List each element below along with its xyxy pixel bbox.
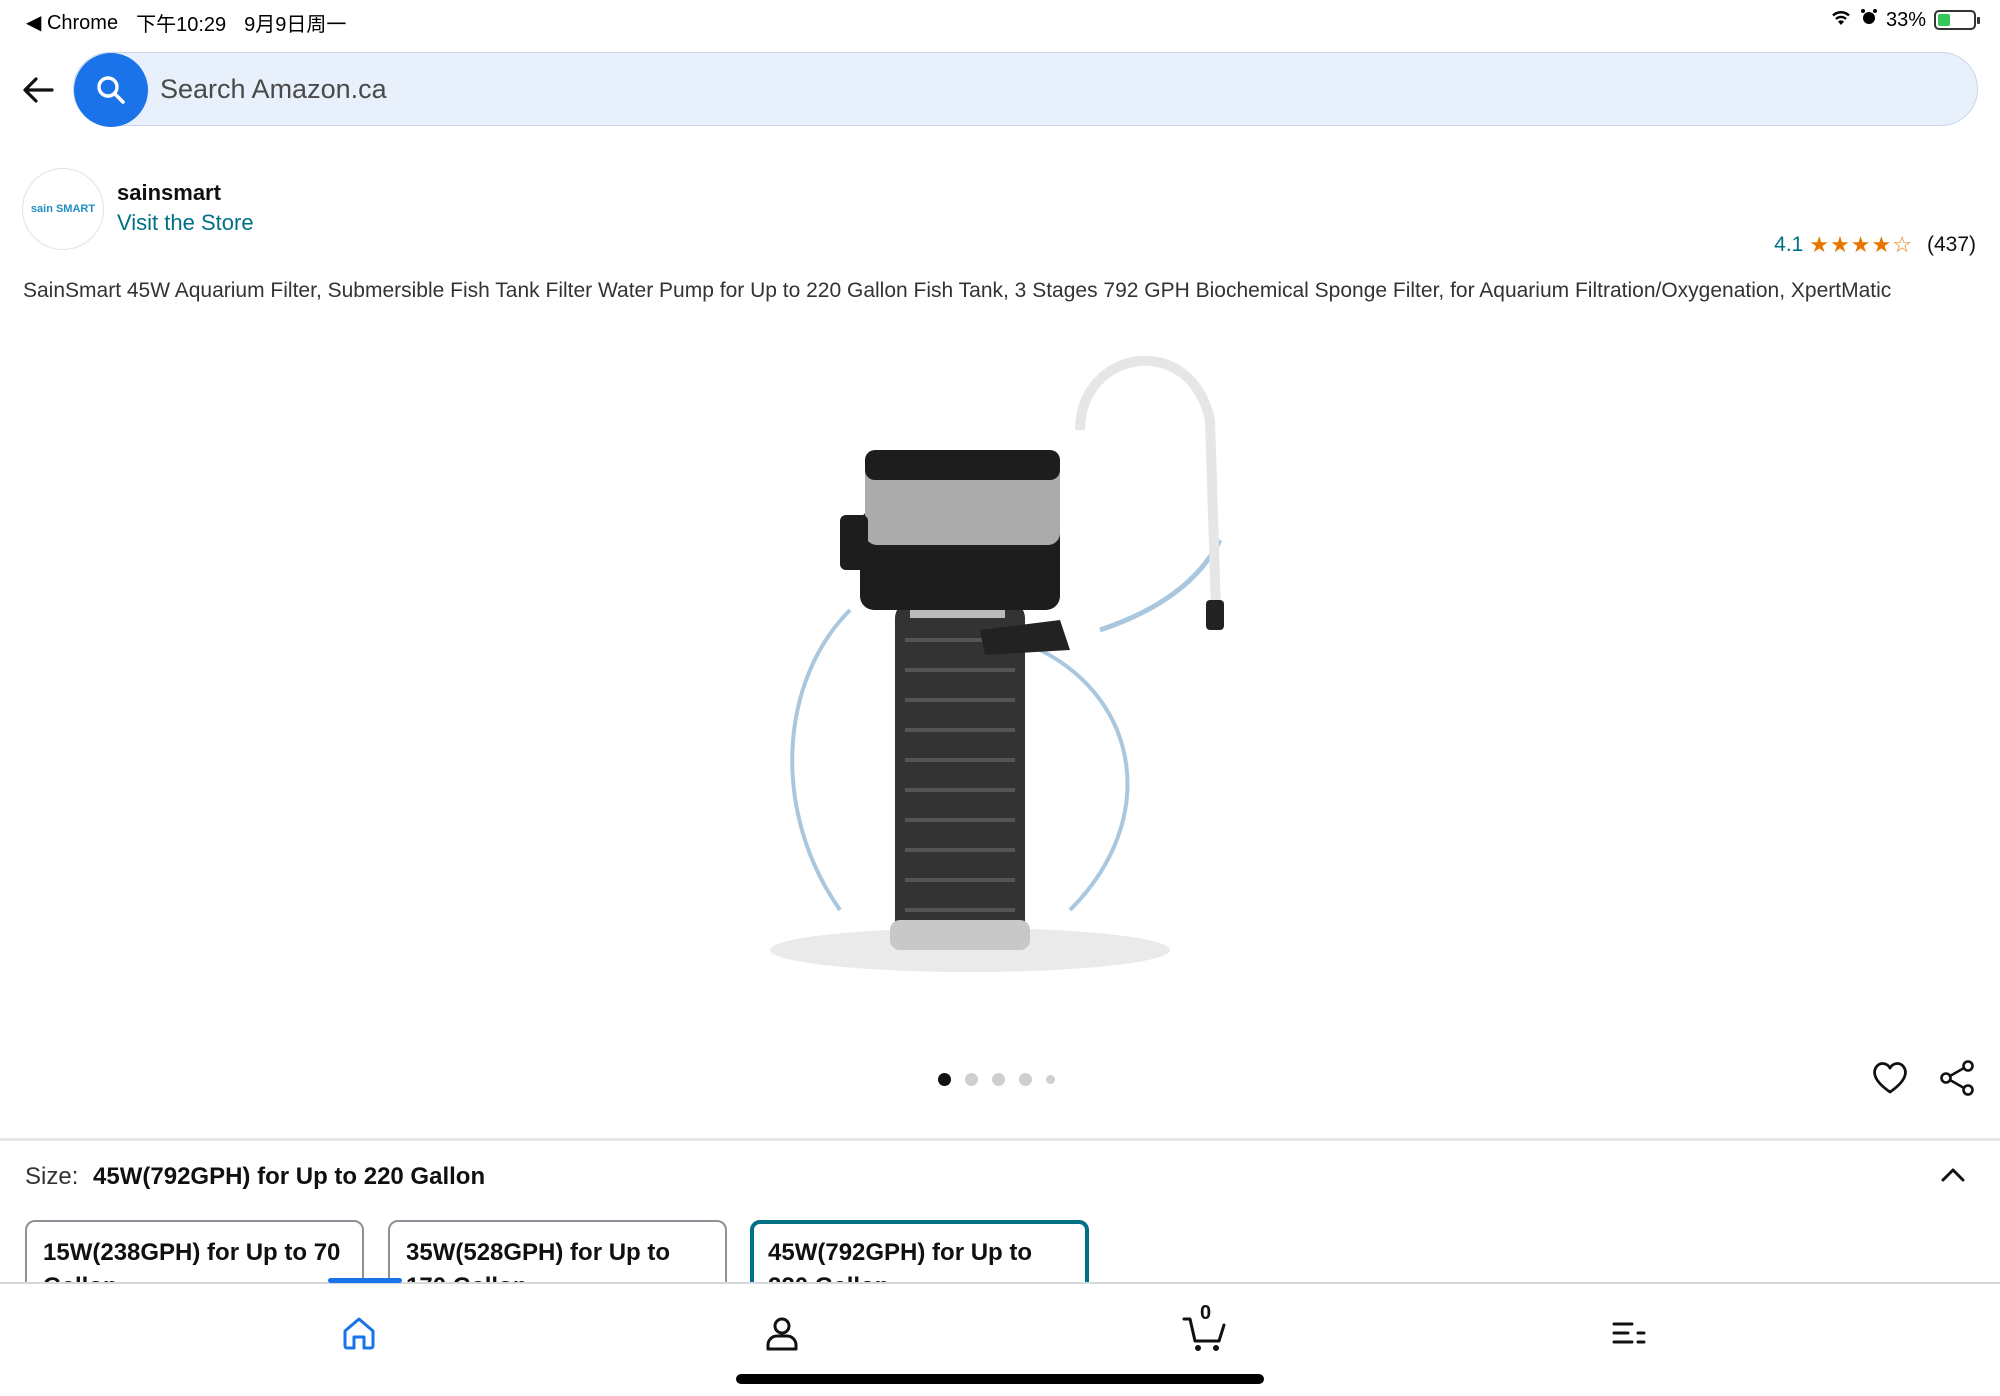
search-input[interactable] [160,53,1940,125]
size-option-35w[interactable]: 35W(528GPH) for Up to 170 Gallon [388,1220,727,1284]
status-date: 9月9日周一 [244,14,347,36]
wifi-icon [1830,8,1852,32]
size-option-label: 15W(238GPH) for Up to 70 Gallon [43,1239,341,1284]
cart-count: 0 [1200,1302,1212,1324]
heart-icon [1873,1062,1907,1094]
carousel-dot[interactable] [1019,1073,1032,1086]
back-button[interactable] [18,70,58,110]
nav-active-indicator [328,1278,402,1283]
menu-icon [1612,1322,1646,1344]
nav-home[interactable] [334,1308,384,1358]
collapse-size-button[interactable] [1938,1160,1968,1190]
search-icon [97,76,125,104]
status-app-name: Chrome [46,12,119,34]
back-to-app-icon[interactable]: ◀ Chrome [26,10,118,35]
rating-score: 4.1 [1774,233,1804,256]
visit-store-link[interactable]: Visit the Store [117,210,254,236]
nav-account[interactable] [757,1308,807,1358]
size-option-15w[interactable]: 15W(238GPH) for Up to 70 Gallon [25,1220,364,1284]
nav-cart[interactable]: 0 [1180,1302,1230,1358]
rating[interactable]: 4.1 ★★★★☆ (437) [1774,232,1976,258]
product-image[interactable] [740,350,1260,1010]
size-option-label: 45W(792GPH) for Up to 220 Gallon [768,1239,1033,1284]
home-indicator [736,1374,1264,1384]
battery-icon [1934,10,1980,30]
battery-percent: 33% [1885,8,1926,31]
carousel-dot[interactable] [1046,1075,1055,1084]
section-divider [0,1138,2000,1141]
nav-menu[interactable] [1604,1308,1654,1358]
home-icon [343,1317,375,1350]
search-button[interactable] [74,53,148,127]
status-bar: ◀ Chrome 下午10:29 9月9日周一 33% [0,0,2000,42]
aquarium-filter-image [770,355,1224,972]
alarm-icon [1860,8,1878,32]
carousel-dot[interactable] [992,1073,1005,1086]
user-icon [766,1317,798,1351]
share-button[interactable] [1937,1058,1977,1098]
carousel-dot[interactable] [965,1073,978,1086]
brand-name: sainsmart [117,180,221,205]
size-option-label: 35W(528GPH) for Up to 170 Gallon [406,1239,671,1284]
size-label: Size: [25,1163,79,1190]
size-selected-value: 45W(792GPH) for Up to 220 Gallon [93,1163,486,1190]
chevron-up-icon [1941,1168,1965,1182]
share-icon [1940,1060,1974,1096]
carousel-dot[interactable] [938,1073,951,1086]
size-options: 15W(238GPH) for Up to 70 Gallon 35W(528G… [25,1220,1975,1284]
search-bar[interactable] [73,52,1978,127]
wishlist-button[interactable] [1870,1058,1910,1098]
star-rating-icon: ★★★★☆ [1809,232,1913,257]
size-option-45w[interactable]: 45W(792GPH) for Up to 220 Gallon [750,1220,1089,1284]
brand-logo[interactable]: sain SMART [22,168,104,250]
product-title: SainSmart 45W Aquarium Filter, Submersib… [23,279,1892,302]
status-time: 下午10:29 [136,14,227,36]
size-selector-header[interactable]: Size: 45W(792GPH) for Up to 220 Gallon [25,1163,485,1191]
image-carousel-dots [938,1073,1055,1086]
brand-logo-text: sain SMART [30,203,96,215]
rating-count: (437) [1926,233,1976,256]
arrow-left-icon [23,77,54,103]
